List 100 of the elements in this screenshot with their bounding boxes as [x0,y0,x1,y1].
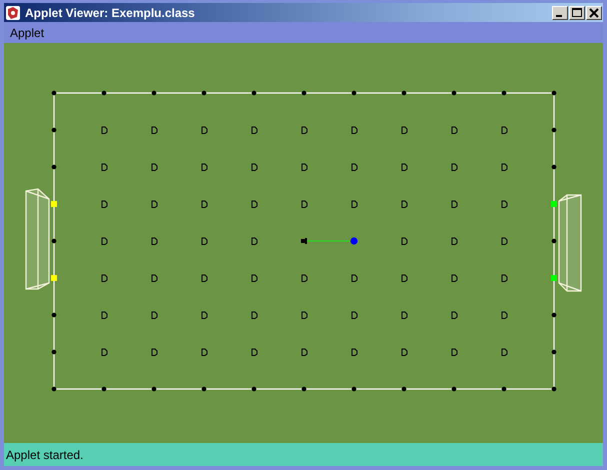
grid-marker [152,348,158,356]
grid-marker [352,274,358,282]
grid-dot [52,386,56,392]
close-icon [589,8,599,18]
grid-marker [452,274,458,282]
grid-dot [552,350,556,354]
grid-marker [502,312,508,319]
grid-marker [152,200,158,208]
grid-marker [452,164,458,171]
grid-marker [102,164,108,171]
grid-dot [452,90,456,96]
grid-marker [152,238,158,245]
grid-marker [402,312,408,319]
grid-marker [202,126,208,134]
grid-marker [202,348,208,356]
grid-marker [502,348,508,356]
grid-marker [102,274,108,282]
grid-dot [52,312,56,318]
grid-dot [552,164,556,170]
grid-marker [202,312,208,319]
grid-marker [152,274,158,282]
grid-marker [152,164,158,171]
grid-marker [252,164,258,171]
maximize-button[interactable] [569,6,585,20]
grid-dot [552,312,556,318]
grid-marker [402,238,408,245]
grid-dot [52,238,56,244]
grid-marker [202,200,208,208]
grid-marker [502,238,508,245]
grid-dot [152,386,156,392]
grid-marker [102,200,108,208]
move-line [306,240,350,242]
grid-dot [252,90,256,96]
grid-marker [102,312,108,319]
grid-marker [252,312,258,319]
grid-marker [452,200,458,208]
grid-marker [352,126,358,134]
grid-marker [102,238,108,245]
grid-marker [452,238,458,245]
maximize-icon [572,8,582,18]
grid-dot [302,90,306,96]
grid-marker [502,164,508,171]
grid-marker [252,274,258,282]
grid-marker [252,348,258,356]
grid-dot [402,90,406,96]
grid-marker [202,238,208,245]
grid-dot [202,90,206,96]
grid-marker [302,126,308,134]
grid-dot [102,386,106,392]
grid-marker [302,200,308,208]
app-icon [5,4,21,20]
grid-dot [352,386,356,392]
grid-marker [402,274,408,282]
grid-dot [552,238,556,244]
grid-marker [202,274,208,282]
grid-dot [552,386,556,392]
grid-dot [302,386,306,392]
grid-dot [202,386,206,392]
grid-dot [502,386,506,392]
grid-marker [302,164,308,171]
grid-marker [352,312,358,319]
grid-marker [252,126,258,134]
grid-dot [452,386,456,392]
player-marker [301,238,307,244]
grid-marker [302,312,308,319]
grid-marker [252,238,258,245]
grid-marker [502,126,508,134]
minimize-button[interactable] [552,6,568,20]
grid-marker [452,348,458,356]
grid-marker [102,348,108,356]
grid-marker [352,164,358,171]
grid-marker [352,348,358,356]
grid-dot [52,90,56,96]
grid-marker [102,126,108,134]
grid-marker [452,312,458,319]
grid-marker [152,126,158,134]
grid-marker [402,200,408,208]
grid-marker [402,164,408,171]
grid-marker [252,200,258,208]
grid-dot [152,90,156,96]
grid-marker [152,312,158,319]
grid-dot [552,128,556,132]
grid-marker [302,274,308,282]
grid-dot [402,386,406,392]
status-text: Applet started. [6,448,84,462]
menu-item[interactable]: Applet [4,26,50,40]
grid-dot [52,164,56,170]
grid-dot [52,128,56,132]
grid-marker [452,126,458,134]
grid-marker [502,274,508,282]
grid-marker [302,348,308,356]
grid-dot [252,386,256,392]
grid-dot [52,350,56,354]
grid-marker [352,200,358,208]
close-button[interactable] [586,6,602,20]
grid-marker [502,200,508,208]
grid-dot [552,90,556,96]
grid-dot [352,90,356,96]
grid-marker [402,126,408,134]
window-title: Applet Viewer: Exemplu.class [25,6,196,20]
